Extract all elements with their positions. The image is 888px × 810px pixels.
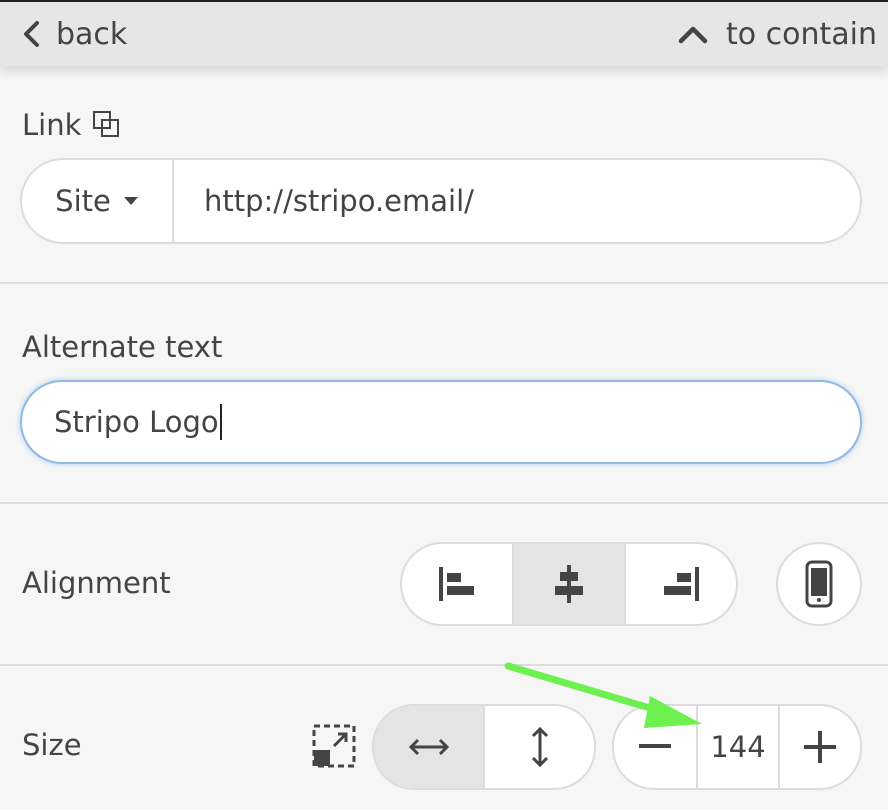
align-left-button[interactable] [402, 544, 514, 624]
resize-icon[interactable] [312, 724, 356, 768]
alt-text-label: Alternate text [22, 330, 223, 364]
size-value-input[interactable]: 144 [698, 706, 780, 788]
size-width-button[interactable] [374, 706, 485, 788]
link-section-header: Link [22, 108, 123, 142]
minus-icon [639, 744, 671, 750]
alignment-label: Alignment [22, 566, 171, 600]
link-label: Link [22, 108, 82, 142]
caret-down-icon [123, 196, 139, 206]
chevron-left-icon [22, 20, 40, 48]
vertical-arrows-icon [530, 726, 550, 768]
alignment-toggle-group [400, 542, 738, 626]
align-center-icon [552, 564, 586, 604]
divider [0, 664, 888, 666]
size-mode-toggle-group [372, 704, 596, 790]
external-link-icon[interactable] [91, 109, 123, 141]
plus-icon [804, 731, 836, 763]
align-right-button[interactable] [626, 544, 736, 624]
text-cursor [219, 404, 222, 440]
decrement-button[interactable] [614, 706, 698, 788]
to-container-label: to contain [726, 16, 878, 52]
link-url-value: http://stripo.email/ [204, 184, 474, 218]
alt-text-input[interactable]: Stripo Logo [20, 380, 862, 464]
align-right-icon [660, 565, 702, 603]
top-bar: back to contain [0, 0, 888, 66]
mobile-phone-icon [804, 560, 834, 608]
divider [0, 502, 888, 504]
back-label: back [56, 16, 128, 52]
size-label: Size [22, 728, 82, 762]
divider [0, 282, 888, 284]
size-height-button[interactable] [485, 706, 594, 788]
link-input-group: Site http://stripo.email/ [20, 158, 862, 244]
to-container-button[interactable]: to contain [678, 12, 877, 56]
alt-text-value: Stripo Logo [54, 405, 219, 439]
align-center-button[interactable] [514, 544, 626, 624]
size-stepper: 144 [612, 704, 862, 790]
back-button[interactable]: back [22, 12, 127, 56]
size-value: 144 [710, 730, 766, 764]
link-type-dropdown[interactable]: Site [22, 160, 174, 242]
link-url-input[interactable]: http://stripo.email/ [174, 160, 860, 242]
align-left-icon [436, 565, 478, 603]
horizontal-arrows-icon [408, 737, 450, 757]
link-type-value: Site [55, 184, 111, 218]
chevron-up-icon [678, 24, 708, 44]
increment-button[interactable] [780, 706, 860, 788]
mobile-view-button[interactable] [776, 542, 862, 626]
